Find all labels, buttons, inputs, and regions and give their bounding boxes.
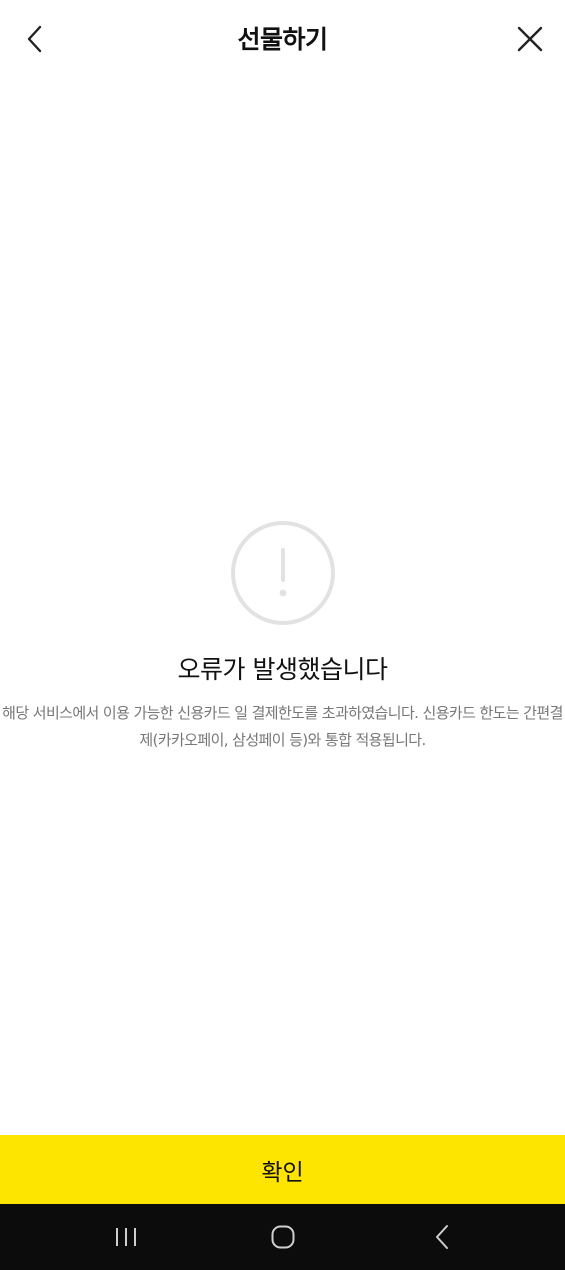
error-message: 오류가 발생했습니다 해당 서비스에서 이용 가능한 신용카드 일 결제한도를 … (0, 520, 565, 754)
system-back-button[interactable] (412, 1217, 472, 1257)
close-icon (517, 26, 543, 52)
recents-icon (116, 1228, 136, 1246)
exclamation-circle-icon (230, 521, 335, 625)
error-title: 오류가 발생했습니다 (177, 655, 388, 684)
confirm-button[interactable]: 확인 (0, 1135, 565, 1204)
home-icon (271, 1225, 295, 1249)
recents-button[interactable] (96, 1217, 156, 1257)
error-description: 해당 서비스에서 이용 가능한 신용카드 일 결제한도를 초과하였습니다. 신용… (2, 704, 563, 749)
close-button[interactable] (509, 18, 551, 60)
page: 선물하기 오류가 발생했습니다 해당 서비스에서 이용 가능한 신용카드 일 결… (0, 0, 565, 1270)
system-nav-bar (0, 1204, 565, 1270)
home-button[interactable] (253, 1217, 313, 1257)
header: 선물하기 (0, 0, 565, 80)
back-icon (436, 1225, 448, 1249)
page-title: 선물하기 (237, 25, 328, 54)
